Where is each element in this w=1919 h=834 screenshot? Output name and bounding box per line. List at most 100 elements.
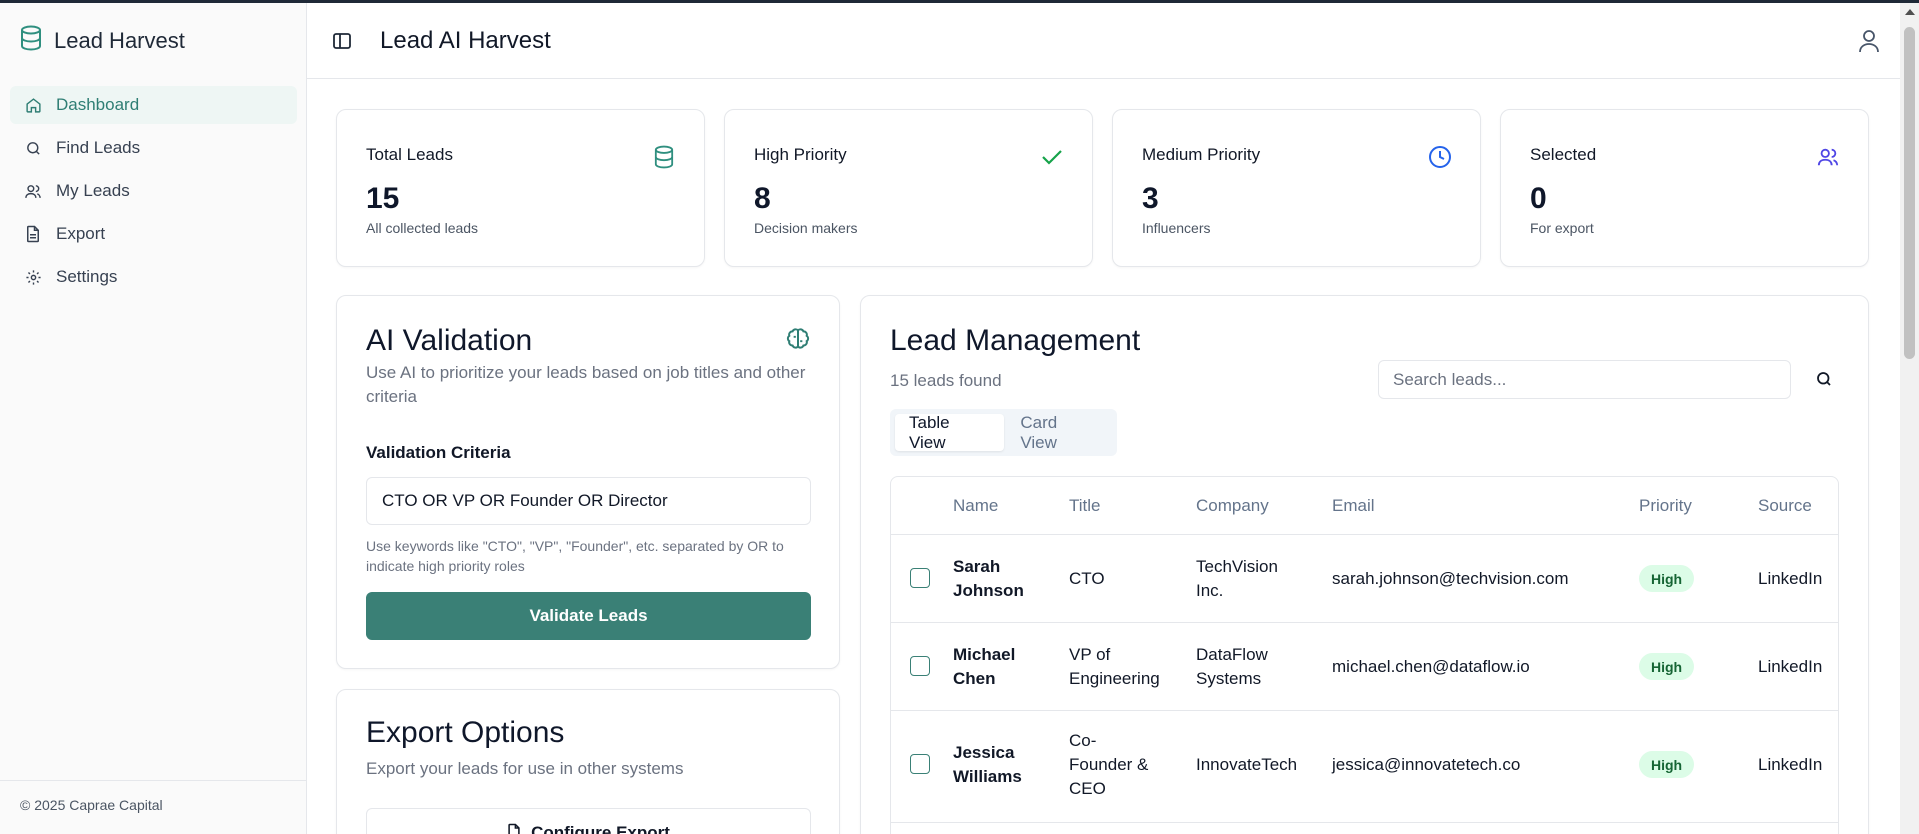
check-icon: [1040, 145, 1064, 169]
export-options-panel: Export Options Export your leads for use…: [336, 689, 840, 834]
lead-source: LinkedIn: [1758, 755, 1823, 774]
stat-label: Medium Priority: [1142, 145, 1261, 164]
lead-name: Jessica Williams: [953, 743, 1022, 786]
priority-badge: High: [1639, 751, 1695, 778]
table-row[interactable]: Sarah Johnson CTO TechVision Inc. sarah.…: [891, 534, 1838, 622]
brain-icon: [785, 326, 811, 357]
sidebar: Lead Harvest Dashboard Find Leads My Lea…: [0, 3, 307, 834]
brand[interactable]: Lead Harvest: [20, 25, 185, 56]
lead-email: michael.chen@dataflow.io: [1332, 657, 1530, 676]
lead-title: CTO: [1069, 569, 1105, 588]
stat-value: 15: [366, 182, 400, 215]
sidebar-footer: © 2025 Caprae Capital: [0, 780, 306, 813]
lead-email: sarah.johnson@techvision.com: [1332, 569, 1569, 588]
stat-card-selected: Selected 0 For export: [1500, 109, 1869, 267]
sidebar-item-settings[interactable]: Settings: [10, 258, 297, 296]
stat-card-medium-priority: Medium Priority 3 Influencers: [1112, 109, 1481, 267]
stat-subtitle: Decision makers: [754, 220, 858, 236]
export-options-title: Export Options: [366, 716, 565, 749]
database-icon: [652, 145, 676, 169]
sidebar-toggle-icon[interactable]: [331, 30, 353, 52]
scrollbar-thumb[interactable]: [1904, 27, 1915, 359]
ai-validation-description: Use AI to prioritize your leads based on…: [366, 363, 806, 406]
stat-subtitle: For export: [1530, 220, 1594, 236]
search-icon: [24, 139, 42, 157]
gear-icon: [24, 268, 42, 286]
leads-count: 15 leads found: [890, 371, 1002, 390]
top-header: Lead AI Harvest: [307, 3, 1900, 79]
users-icon: [24, 182, 42, 200]
stat-card-high-priority: High Priority 8 Decision makers: [724, 109, 1093, 267]
sidebar-item-export[interactable]: Export: [10, 215, 297, 253]
configure-export-label: Configure Export: [531, 823, 670, 834]
stat-value: 0: [1530, 182, 1547, 215]
stat-card-total-leads: Total Leads 15 All collected leads: [336, 109, 705, 267]
column-header-title[interactable]: Title: [1069, 496, 1101, 516]
sidebar-item-label: Export: [56, 224, 106, 243]
ai-validation-title: AI Validation: [366, 324, 533, 357]
file-icon: [507, 823, 521, 834]
database-icon: [20, 25, 42, 56]
stat-subtitle: Influencers: [1142, 220, 1211, 236]
lead-title: Co- Founder & CEO: [1069, 731, 1149, 798]
table-row[interactable]: [891, 822, 1838, 834]
lead-company: InnovateTech: [1196, 755, 1298, 774]
table-row[interactable]: Michael Chen VP of Engineering DataFlow …: [891, 622, 1838, 710]
file-icon: [24, 225, 42, 243]
sidebar-item-label: Settings: [56, 267, 118, 286]
search-icon[interactable]: [1811, 366, 1837, 392]
sidebar-item-label: Find Leads: [56, 138, 141, 157]
stat-value: 8: [754, 182, 771, 215]
lead-management-panel: Lead Management 15 leads found Table Vie…: [860, 295, 1869, 834]
lead-title: VP of Engineering: [1069, 645, 1160, 688]
lead-name: Michael Chen: [953, 645, 1016, 688]
row-checkbox[interactable]: [910, 568, 930, 588]
sidebar-item-my-leads[interactable]: My Leads: [10, 172, 297, 210]
lead-source: LinkedIn: [1758, 569, 1823, 588]
page-scrollbar[interactable]: [1900, 3, 1919, 834]
sidebar-item-dashboard[interactable]: Dashboard: [10, 86, 297, 124]
sidebar-item-find-leads[interactable]: Find Leads: [10, 129, 297, 167]
ai-validation-panel: AI Validation Use AI to prioritize your …: [336, 295, 840, 669]
configure-export-button[interactable]: Configure Export: [366, 808, 811, 834]
users-icon: [1816, 145, 1840, 169]
validate-leads-button[interactable]: Validate Leads: [366, 592, 811, 640]
scroll-up-arrow-icon[interactable]: [1905, 9, 1915, 15]
lead-company: DataFlow Systems: [1196, 645, 1268, 688]
validation-criteria-label: Validation Criteria: [366, 443, 511, 462]
tab-card-view[interactable]: Card View: [1006, 413, 1112, 452]
column-header-name[interactable]: Name: [953, 496, 998, 516]
view-tabs: Table View Card View: [890, 409, 1117, 456]
brand-name: Lead Harvest: [54, 27, 185, 53]
stat-value: 3: [1142, 182, 1159, 215]
export-options-description: Export your leads for use in other syste…: [366, 759, 684, 778]
lead-name: Sarah Johnson: [953, 557, 1024, 600]
stat-label: Selected: [1530, 145, 1597, 164]
priority-badge: High: [1639, 653, 1695, 680]
lead-email: jessica@innovatetech.co: [1332, 755, 1521, 774]
table-row[interactable]: Jessica Williams Co- Founder & CEO Innov…: [891, 710, 1838, 822]
stat-label: Total Leads: [366, 145, 453, 164]
column-header-priority[interactable]: Priority: [1639, 496, 1692, 516]
tab-table-view[interactable]: Table View: [895, 413, 1005, 452]
validation-criteria-hint: Use keywords like "CTO", "VP", "Founder"…: [366, 538, 784, 574]
column-header-company[interactable]: Company: [1196, 496, 1269, 516]
clock-icon: [1428, 145, 1452, 169]
stat-label: High Priority: [754, 145, 847, 164]
lead-management-title: Lead Management: [890, 324, 1141, 357]
home-icon: [24, 96, 42, 114]
user-icon[interactable]: [1856, 28, 1882, 54]
leads-table: Name Title Company Email Priority Source…: [890, 476, 1839, 834]
validation-criteria-input[interactable]: [366, 477, 811, 525]
column-header-email[interactable]: Email: [1332, 496, 1375, 516]
row-checkbox[interactable]: [910, 656, 930, 676]
search-leads-input[interactable]: [1378, 360, 1791, 399]
lead-company: TechVision Inc.: [1196, 557, 1278, 600]
sidebar-item-label: My Leads: [56, 181, 130, 200]
page-title: Lead AI Harvest: [380, 27, 551, 54]
priority-badge: High: [1639, 565, 1695, 592]
column-header-source[interactable]: Source: [1758, 496, 1812, 516]
sidebar-nav: Dashboard Find Leads My Leads Export Set…: [10, 86, 297, 301]
row-checkbox[interactable]: [910, 754, 930, 774]
sidebar-item-label: Dashboard: [56, 95, 140, 114]
